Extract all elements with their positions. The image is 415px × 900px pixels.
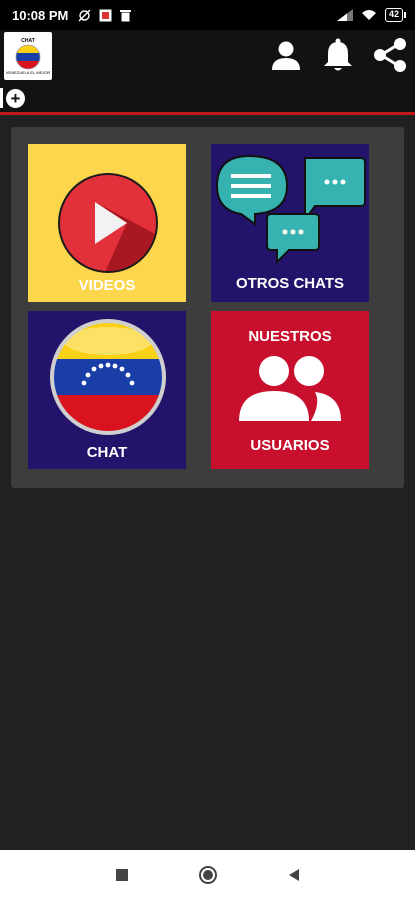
recent-apps-button[interactable]	[110, 863, 134, 887]
logo-flag-icon	[15, 44, 41, 69]
battery-icon: 42	[384, 8, 407, 22]
menu-panel: VIDEOS OTROS CHATS CHAT NUESTROS USUARIO…	[11, 127, 404, 488]
tab-indicator	[0, 88, 3, 108]
tab-strip: +	[0, 84, 415, 112]
videos-label: VIDEOS	[78, 277, 136, 294]
add-tab-button[interactable]: +	[0, 86, 30, 110]
bell-icon	[324, 38, 352, 71]
home-button[interactable]	[196, 863, 220, 887]
notifications-button[interactable]	[319, 36, 357, 74]
app-logo: CHAT VENEZUELA EL MEJOR	[4, 32, 52, 80]
accent-divider	[0, 112, 415, 115]
logo-subtitle: VENEZUELA EL MEJOR	[5, 69, 51, 75]
trash-icon	[120, 9, 132, 21]
notification-icons	[78, 9, 132, 22]
profile-button[interactable]	[267, 36, 305, 74]
chat-bubbles-icon	[215, 154, 366, 264]
sync-off-icon	[78, 9, 91, 21]
plus-icon: +	[6, 88, 25, 108]
venezuela-flag-icon	[50, 319, 166, 435]
otros-chats-tile[interactable]: OTROS CHATS	[211, 144, 369, 302]
system-nav-bar	[0, 850, 415, 900]
wifi-icon	[361, 10, 376, 20]
status-time: 10:08 PM	[12, 7, 69, 23]
usuarios-label-top: NUESTROS	[248, 328, 332, 345]
share-button[interactable]	[371, 36, 409, 74]
recent-apps-icon	[115, 869, 128, 881]
top-actions	[267, 36, 409, 74]
signal-icon	[336, 9, 353, 21]
status-bar: 10:08 PM 42	[0, 0, 415, 30]
chat-label: CHAT	[86, 444, 128, 461]
app-screen: 10:08 PM 42 CHAT VENEZUELA EL MEJOR + VI…	[0, 0, 415, 900]
group-icon	[239, 356, 341, 421]
play-icon	[58, 173, 158, 273]
videos-tile[interactable]: VIDEOS	[28, 144, 186, 302]
home-icon	[198, 866, 217, 884]
person-icon	[272, 41, 300, 70]
app-notification-icon	[99, 9, 112, 21]
back-icon	[288, 869, 299, 881]
back-button[interactable]	[282, 863, 306, 887]
app-bar: CHAT VENEZUELA EL MEJOR	[0, 30, 415, 84]
system-icons: 42	[336, 8, 407, 22]
share-icon	[374, 38, 406, 72]
usuarios-label-bottom: USUARIOS	[250, 437, 330, 454]
chat-tile[interactable]: CHAT	[28, 311, 186, 469]
otros-chats-label: OTROS CHATS	[235, 275, 345, 292]
nuestros-usuarios-tile[interactable]: NUESTROS USUARIOS	[211, 311, 369, 469]
